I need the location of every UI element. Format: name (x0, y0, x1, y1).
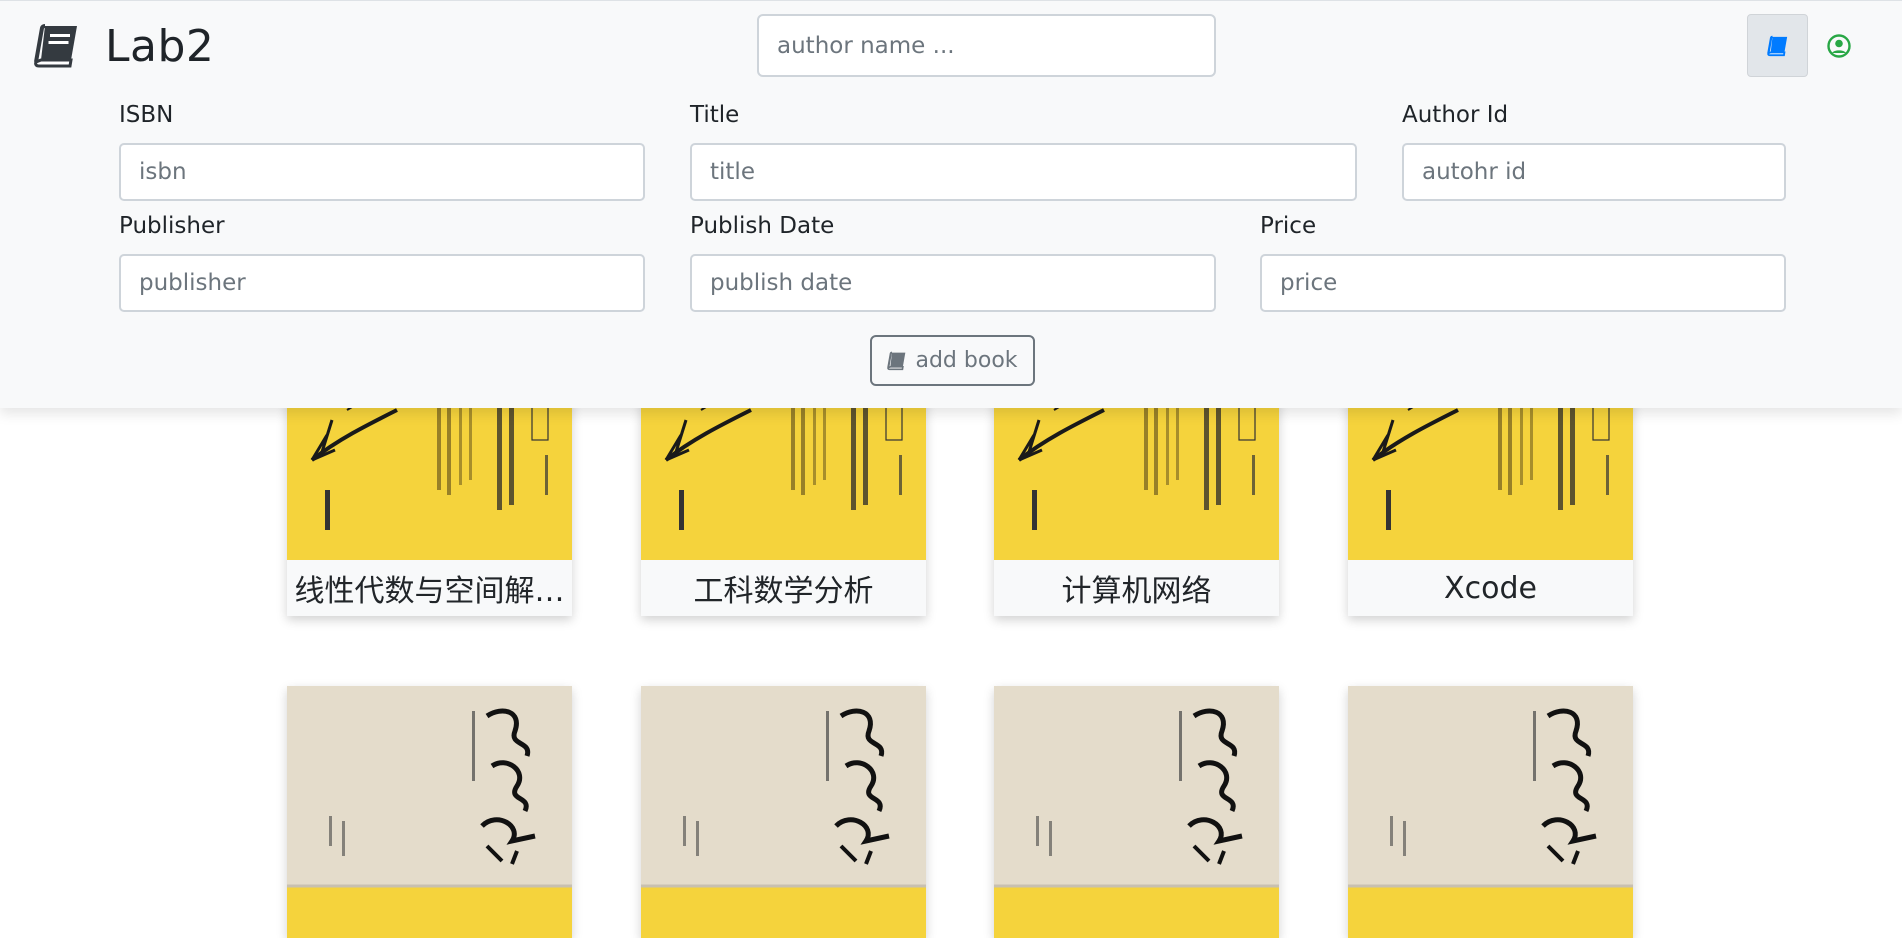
title-label: Title (690, 102, 740, 128)
books-nav-button[interactable] (1747, 14, 1808, 77)
book-cover (1348, 686, 1633, 938)
book-cover-bottom (641, 896, 926, 938)
author-id-input[interactable] (1402, 143, 1786, 201)
book-cover (641, 686, 926, 938)
add-book-button[interactable]: add book (870, 335, 1035, 386)
user-nav-button[interactable] (1808, 14, 1869, 77)
book-cover (287, 686, 572, 938)
publish-date-input[interactable] (690, 254, 1216, 312)
book-cover-illustration (287, 400, 572, 560)
book-title: 线性代数与空间解… (287, 560, 572, 616)
book-card[interactable] (1348, 686, 1633, 938)
book-icon (1766, 35, 1787, 56)
book-cover-illustration (994, 686, 1279, 896)
book-cover-illustration (1348, 400, 1633, 560)
isbn-input[interactable] (119, 143, 645, 201)
book-cover-bottom (994, 896, 1279, 938)
book-title: 计算机网络 (994, 560, 1279, 616)
price-label: Price (1260, 213, 1317, 239)
book-cover (994, 400, 1279, 560)
isbn-label: ISBN (119, 102, 174, 128)
brand-name: Lab2 (105, 20, 215, 72)
book-cover-illustration (1348, 686, 1633, 896)
book-cover (641, 400, 926, 560)
publish-date-label: Publish Date (690, 213, 835, 239)
book-cover-bottom (1348, 896, 1633, 938)
book-icon (34, 24, 77, 68)
price-input[interactable] (1260, 254, 1786, 312)
book-cover (1348, 400, 1633, 560)
book-cover (287, 400, 572, 560)
book-cover-illustration (641, 686, 926, 896)
book-cover (994, 686, 1279, 938)
brand[interactable]: Lab2 (33, 20, 215, 72)
book-card[interactable] (641, 686, 926, 938)
header-panel: Lab2 ISBN Title Author Id Publisher Publ… (0, 0, 1902, 408)
book-cover-illustration (641, 400, 926, 560)
title-input[interactable] (690, 143, 1357, 201)
book-icon (887, 351, 906, 370)
book-cover-illustration (994, 400, 1279, 560)
author-id-label: Author Id (1402, 102, 1509, 128)
book-cover-illustration (287, 686, 572, 896)
user-circle-icon (1826, 33, 1851, 58)
publisher-input[interactable] (119, 254, 645, 312)
book-cover-bottom (287, 896, 572, 938)
publisher-label: Publisher (119, 213, 225, 239)
book-title: Xcode (1348, 560, 1633, 616)
book-card[interactable] (994, 686, 1279, 938)
add-book-label: add book (915, 348, 1018, 373)
author-search-input[interactable] (757, 14, 1216, 77)
book-title: 工科数学分析 (641, 560, 926, 616)
book-card[interactable] (287, 686, 572, 938)
